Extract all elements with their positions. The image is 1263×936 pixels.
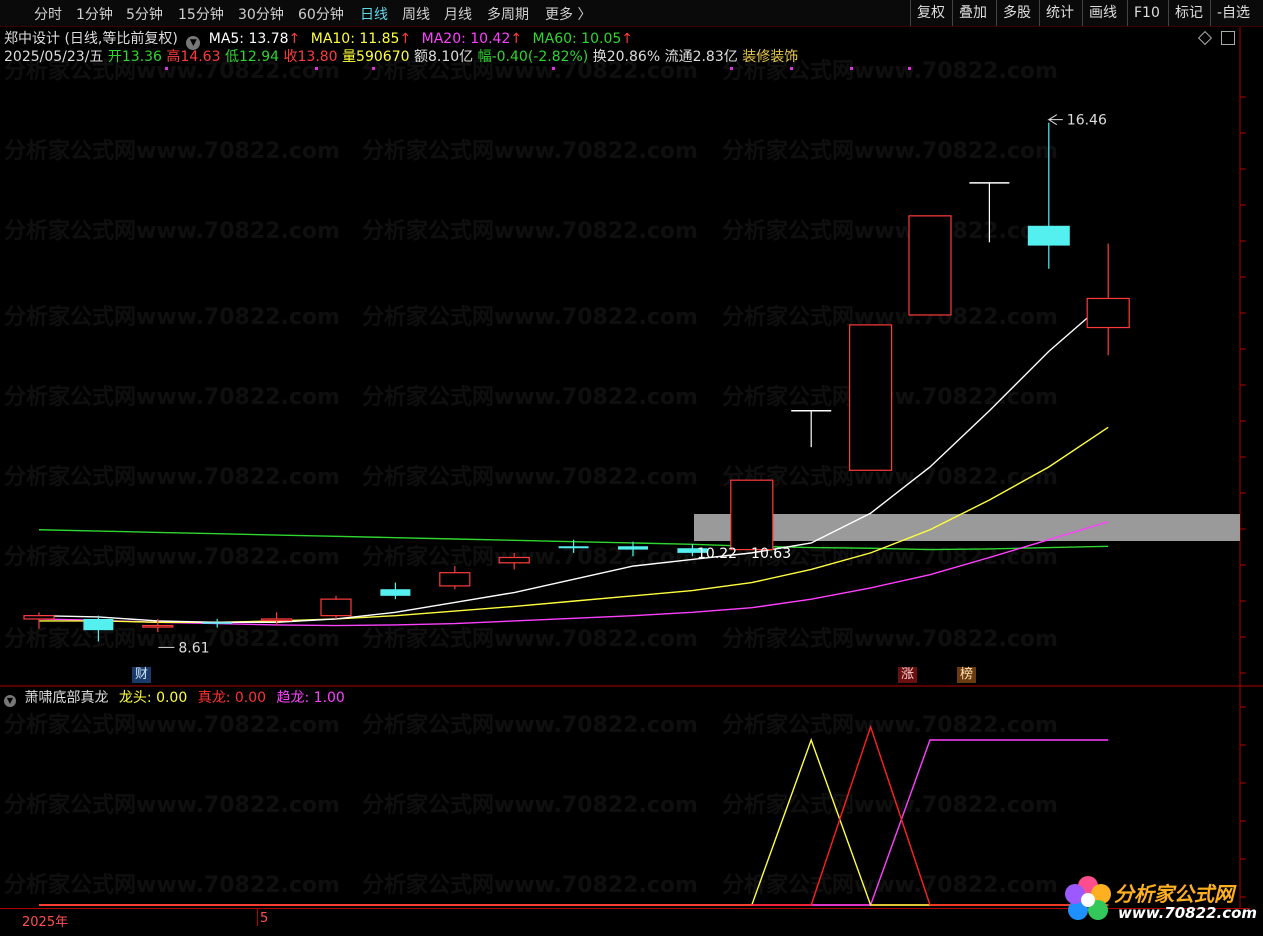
- period-tab[interactable]: 周线: [402, 4, 430, 24]
- period-tab[interactable]: 15分钟: [178, 4, 224, 24]
- zone-label: 10.22 - 10.63: [697, 546, 791, 562]
- longtou-line: [39, 737, 1109, 906]
- toolbar-button[interactable]: -自选: [1210, 0, 1256, 26]
- price-chart-svg: 16.46 8.61 10.22 - 10.63: [0, 27, 1263, 687]
- signal-dot: [165, 67, 168, 70]
- candle-down: [83, 618, 114, 631]
- date-axis: 2025年 5 分析家公式网 www.70822.com: [0, 876, 1263, 936]
- ma5-line: [38, 299, 1109, 623]
- resistance-zone: [694, 514, 1240, 541]
- candle-up: [1086, 297, 1130, 329]
- zhenlong-spike: [39, 724, 1109, 906]
- signal-dot: [908, 67, 911, 70]
- candle-up: [498, 556, 530, 564]
- period-tab[interactable]: 分时: [34, 4, 62, 24]
- candle-up: [908, 215, 952, 316]
- toolbar-button[interactable]: F10: [1127, 0, 1166, 26]
- period-tab[interactable]: 日线: [360, 4, 388, 24]
- period-tab[interactable]: 5分钟: [126, 4, 163, 24]
- flower-logo-icon: [1065, 876, 1111, 920]
- candle-up: [439, 572, 471, 587]
- axis-year: 2025年: [22, 915, 69, 930]
- site-logo: 分析家公式网 www.70822.com: [1060, 872, 1258, 930]
- badge-bang[interactable]: 榜: [957, 667, 977, 683]
- high-arrow-icon: [1047, 114, 1063, 126]
- period-tab[interactable]: 60分钟: [298, 4, 344, 24]
- toolbar-button[interactable]: 画线: [1082, 0, 1123, 26]
- period-tab[interactable]: 月线: [444, 4, 472, 24]
- period-tab[interactable]: 1分钟: [76, 4, 113, 24]
- period-tab[interactable]: 更多 〉: [545, 4, 591, 24]
- signal-dot: [850, 67, 853, 70]
- period-toolbar: 分时 1分钟 5分钟 15分钟 30分钟 60分钟 日线 周线 月线 多周期 更多 〉 复权 叠加 多股…: [0, 0, 1263, 27]
- toolbar-button[interactable]: 叠加: [952, 0, 993, 26]
- period-tab[interactable]: 30分钟: [238, 4, 284, 24]
- signal-dot: [730, 67, 733, 70]
- qulong-line: [39, 739, 1109, 906]
- candle-up: [261, 618, 293, 622]
- toolbar-button[interactable]: 统计: [1039, 0, 1080, 26]
- badge-zhang[interactable]: 涨: [898, 667, 918, 683]
- candle-down: [380, 589, 411, 596]
- logo-url: www.70822.com: [1118, 904, 1258, 922]
- signal-dot: [372, 67, 375, 70]
- high-label: 16.46: [1067, 113, 1107, 129]
- candle-up: [142, 624, 174, 628]
- toolbar-button[interactable]: 复权: [910, 0, 951, 26]
- candle-down: [618, 546, 648, 550]
- logo-title: 分析家公式网: [1114, 882, 1234, 906]
- badge-cai[interactable]: 财: [132, 667, 152, 683]
- candle-up: [730, 479, 774, 551]
- candle-up: [23, 615, 55, 620]
- candle-down: [202, 622, 233, 624]
- signal-dot: [790, 67, 793, 70]
- signal-dot: [552, 67, 555, 70]
- period-tab[interactable]: 多周期: [487, 4, 529, 24]
- axis-month: 5: [260, 911, 269, 926]
- toolbar-button[interactable]: 标记: [1168, 0, 1209, 26]
- candle-up: [848, 324, 893, 471]
- signal-dot: [315, 67, 318, 70]
- price-chart[interactable]: 分析家公式网www.70822.com 分析家公式网www.70822.com 分析…: [0, 27, 1263, 687]
- low-label: 8.61: [178, 640, 209, 656]
- candle-up: [320, 598, 352, 617]
- toolbar-button[interactable]: 多股: [996, 0, 1037, 26]
- candle-down: [558, 546, 589, 549]
- candle-down: [1027, 225, 1070, 246]
